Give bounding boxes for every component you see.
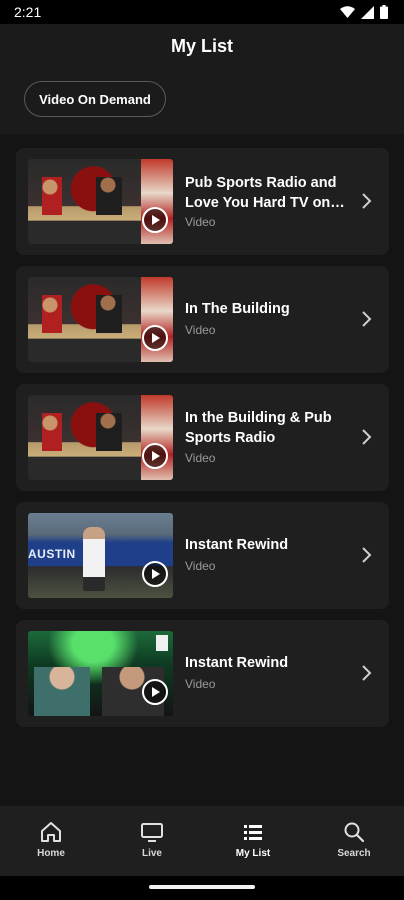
status-time: 2:21 xyxy=(14,4,42,20)
nav-search[interactable]: Search xyxy=(314,820,394,859)
home-icon xyxy=(41,822,61,842)
nav-my-list-label: My List xyxy=(235,848,271,859)
nav-home[interactable]: Home xyxy=(11,820,91,859)
status-bar: 2:21 xyxy=(0,0,404,24)
item-type: Video xyxy=(185,215,216,229)
status-icons xyxy=(340,5,388,19)
item-title: Instant Rewind xyxy=(185,537,289,553)
item-title: Instant Rewind xyxy=(185,655,289,671)
chevron-right-icon xyxy=(362,547,372,563)
item-type: Video xyxy=(185,451,216,465)
chevron-right-icon xyxy=(362,311,372,327)
chevron-right-icon xyxy=(362,193,372,209)
video-thumbnail xyxy=(28,159,173,244)
gesture-area xyxy=(0,876,404,900)
search-icon xyxy=(344,822,365,843)
list-icon xyxy=(244,825,262,840)
tv-icon xyxy=(141,823,163,842)
filter-chip-video-on-demand[interactable]: Video On Demand xyxy=(24,81,166,117)
nav-my-list[interactable]: My List xyxy=(213,820,293,859)
video-thumbnail xyxy=(28,277,173,362)
list-item[interactable]: In The Building Video xyxy=(16,266,389,373)
chevron-right-icon xyxy=(362,429,372,445)
chevron-right-icon xyxy=(362,665,372,681)
nav-live-label: Live xyxy=(141,848,162,859)
nav-live[interactable]: Live xyxy=(112,820,192,859)
video-thumbnail xyxy=(28,395,173,480)
play-icon xyxy=(142,207,168,233)
list-item[interactable]: Instant Rewind Video xyxy=(16,620,389,727)
signal-icon xyxy=(361,5,374,19)
nav-home-label: Home xyxy=(37,848,65,859)
play-icon xyxy=(142,443,168,469)
play-icon xyxy=(142,325,168,351)
battery-icon xyxy=(380,5,388,19)
header: My List Video On Demand xyxy=(0,24,404,134)
video-thumbnail xyxy=(28,631,173,716)
wifi-icon xyxy=(340,5,355,18)
play-icon xyxy=(142,561,168,587)
item-type: Video xyxy=(185,677,216,691)
play-icon xyxy=(142,679,168,705)
item-title: Pub Sports Radio and Love You Hard TV on… xyxy=(185,175,345,211)
item-title: In the Building & Pub Sports Radio xyxy=(185,410,332,446)
home-gesture-bar[interactable] xyxy=(149,885,255,889)
nav-search-label: Search xyxy=(337,848,371,859)
item-type: Video xyxy=(185,559,216,573)
video-thumbnail xyxy=(28,513,173,598)
list-item[interactable]: In the Building & Pub Sports Radio Video xyxy=(16,384,389,491)
item-title: In The Building xyxy=(185,301,290,317)
list-item[interactable]: Pub Sports Radio and Love You Hard TV on… xyxy=(16,148,389,255)
list-item[interactable]: Instant Rewind Video xyxy=(16,502,389,609)
item-type: Video xyxy=(185,323,216,337)
bottom-nav: Home Live My List Search xyxy=(0,806,404,876)
page-title: My List xyxy=(170,36,233,56)
